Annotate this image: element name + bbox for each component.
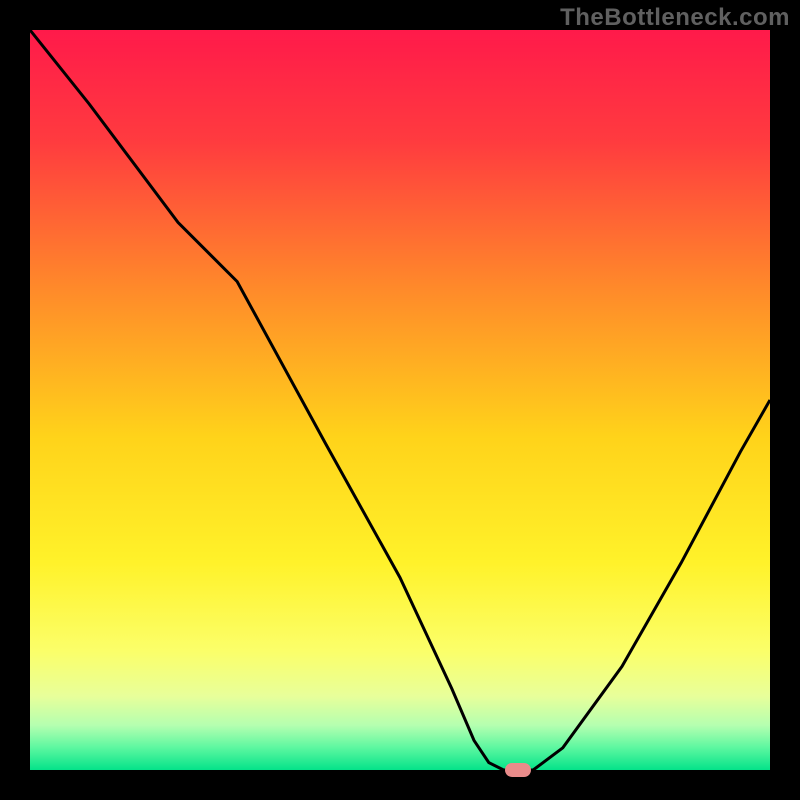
chart-background-gradient <box>30 30 770 770</box>
chart-svg <box>30 30 770 770</box>
chart-plot-area <box>30 30 770 770</box>
optimal-point-marker <box>505 763 531 777</box>
watermark-text: TheBottleneck.com <box>560 4 790 32</box>
chart-frame: TheBottleneck.com <box>0 0 800 800</box>
